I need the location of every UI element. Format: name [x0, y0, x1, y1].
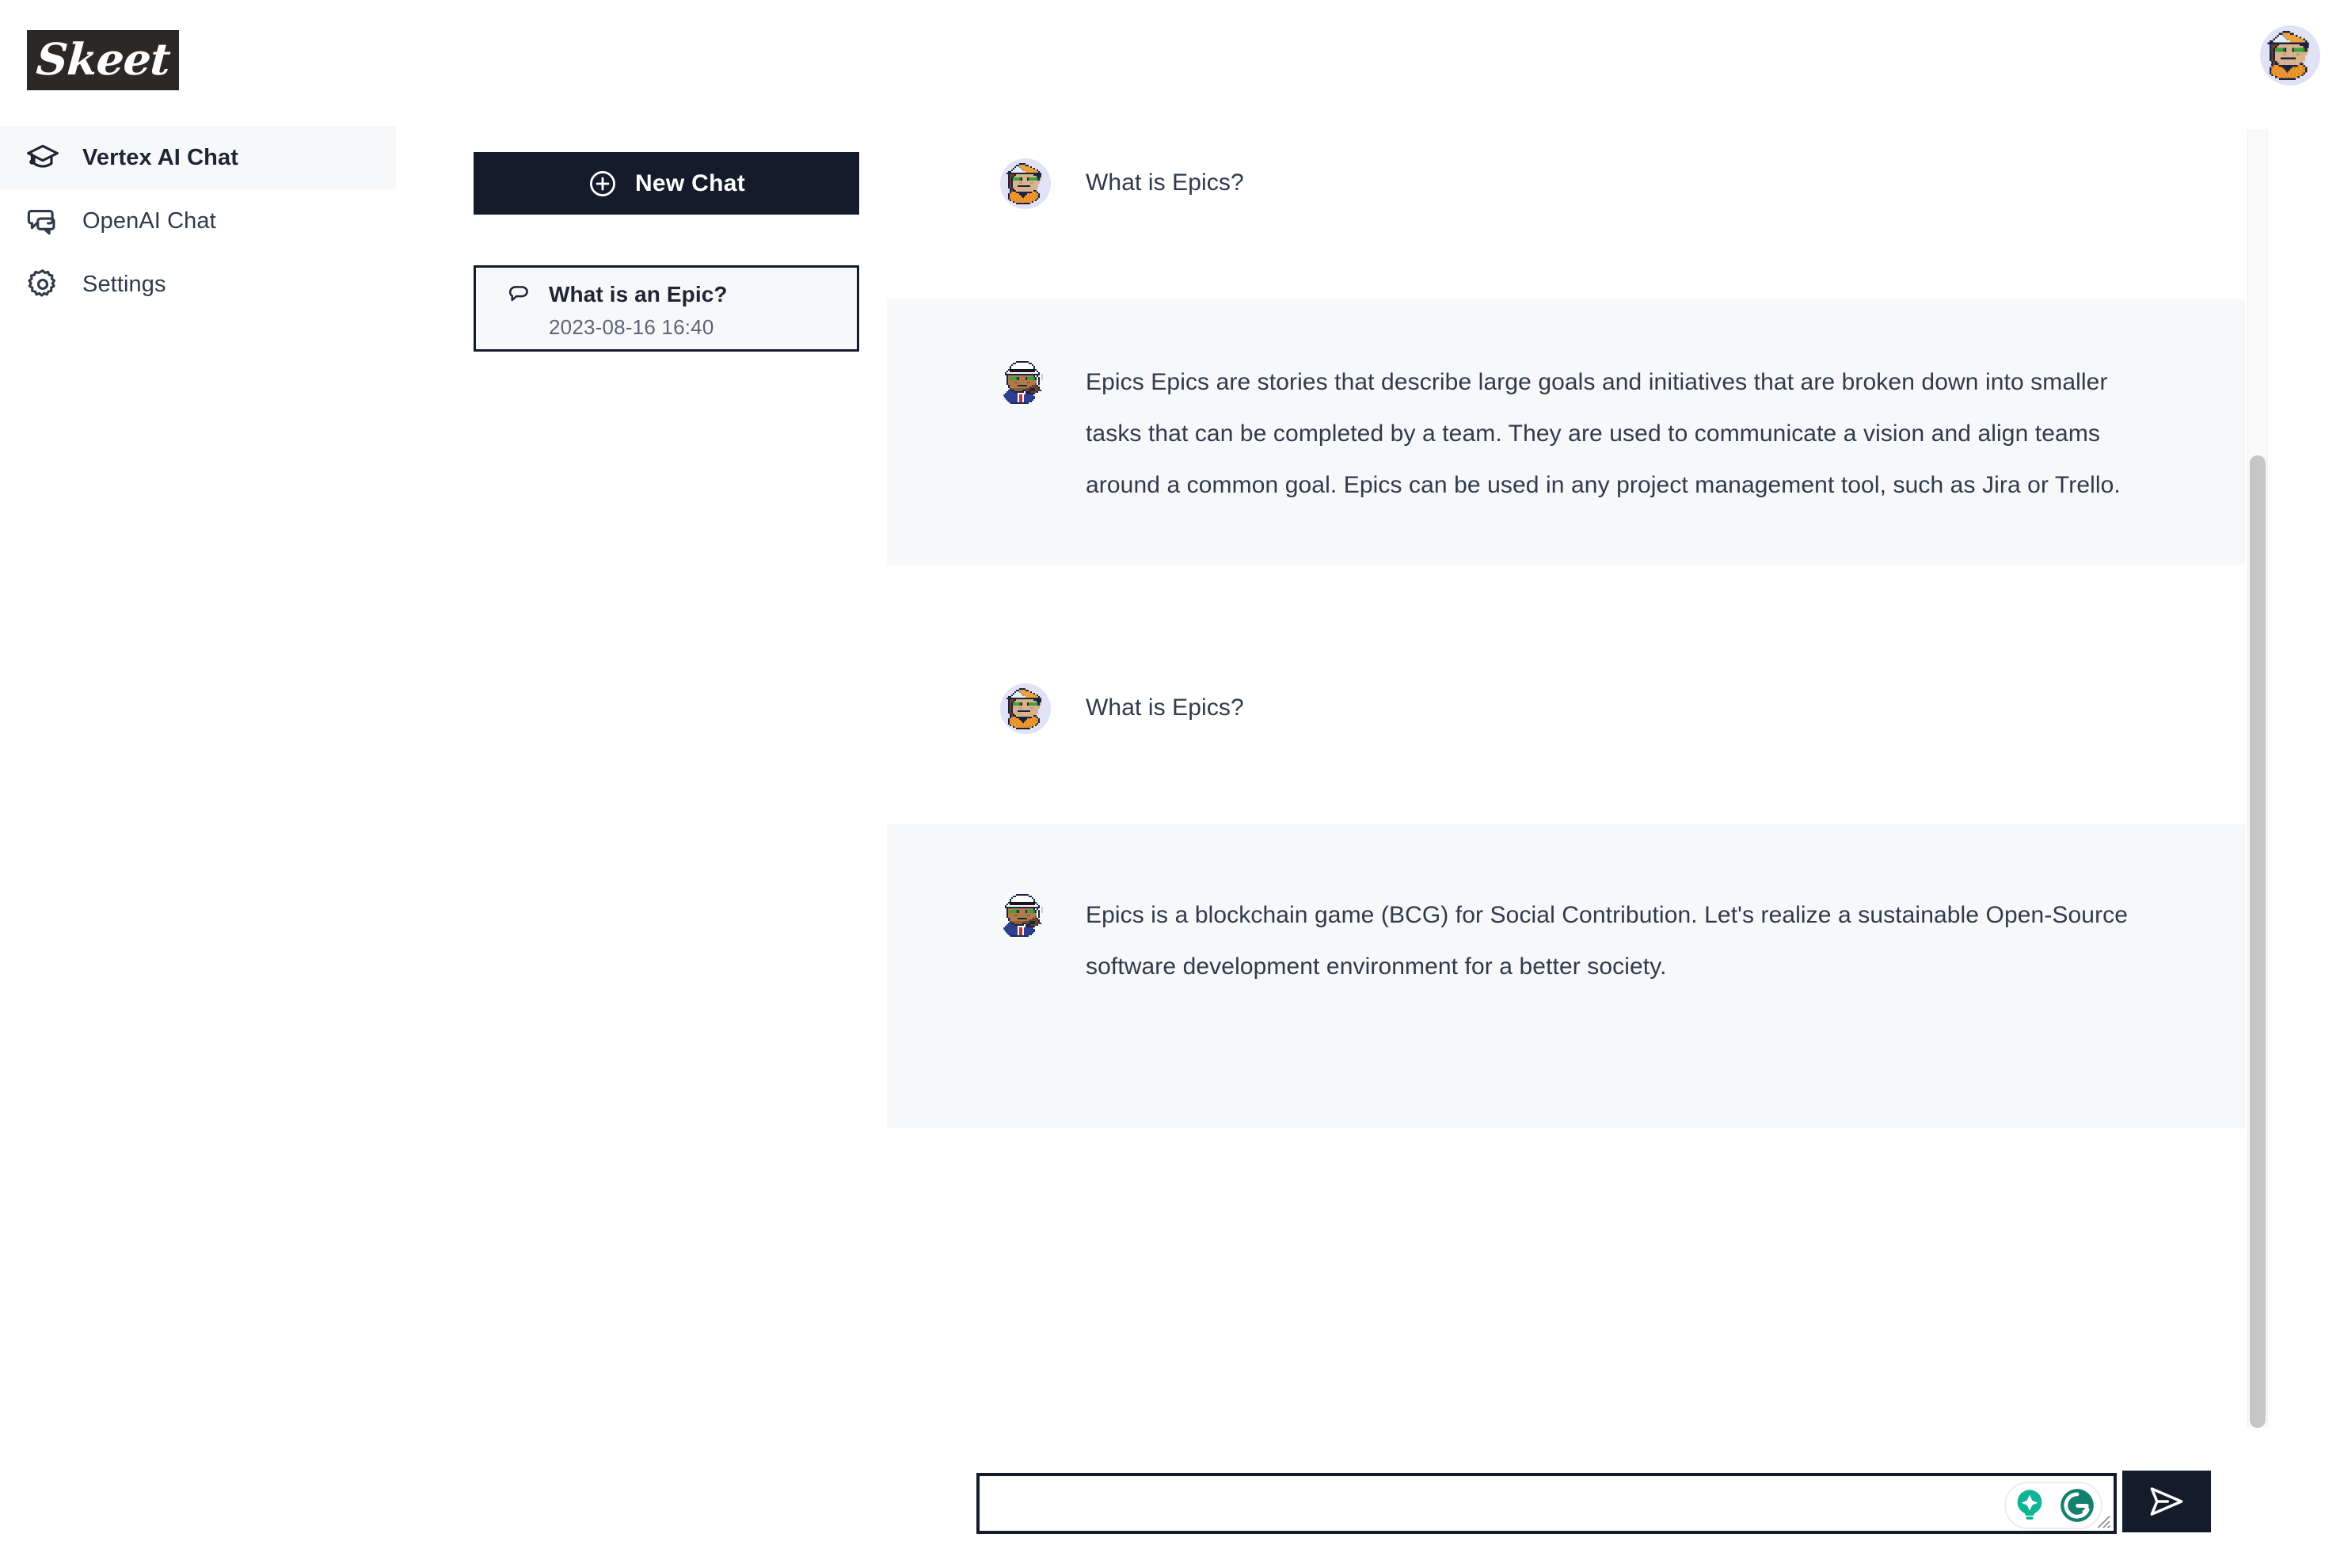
message-text: Epics Epics are stories that describe la…	[1086, 369, 2121, 498]
message-text: What is Epics?	[1086, 169, 1244, 196]
assistant-avatar-image	[1000, 358, 1051, 409]
sidebar-item-label: Settings	[82, 271, 166, 297]
message-gap	[887, 239, 2246, 299]
message-row-assistant: Epics Epics are stories that describe la…	[887, 299, 2246, 565]
chat-bubble-icon	[506, 282, 531, 307]
send-button[interactable]	[2122, 1471, 2211, 1532]
graduation-cap-icon	[25, 140, 60, 175]
grammarly-widget[interactable]	[2004, 1482, 2102, 1529]
message-row-user: What is Epics?	[887, 652, 2246, 764]
send-paper-plane-icon	[2146, 1481, 2187, 1522]
sidebar-nav: Vertex AI Chat OpenAI Chat Settings	[0, 126, 396, 316]
user-avatar-image	[1000, 158, 1051, 209]
sidebar-item-label: OpenAI Chat	[82, 207, 216, 234]
message-text: Epics is a blockchain game (BCG) for Soc…	[1086, 902, 2129, 980]
plus-circle-icon	[588, 169, 618, 199]
new-chat-button[interactable]: New Chat	[474, 152, 859, 215]
avatar[interactable]	[2260, 25, 2320, 86]
assistant-avatar-image	[1000, 891, 1051, 942]
logo-text: Skeet	[34, 32, 172, 85]
grammarly-suggestion-icon[interactable]	[2010, 1486, 2049, 1525]
chat-bubbles-icon	[25, 204, 60, 238]
chat-list-item-header: What is an Epic?	[506, 282, 857, 307]
sidebar-item-vertex-ai-chat[interactable]: Vertex AI Chat	[0, 126, 396, 189]
message-row-assistant: Epics is a blockchain game (BCG) for Soc…	[887, 824, 2246, 1128]
chat-list-column: New Chat What is an Epic? 2023-08-16 16:…	[474, 0, 862, 1568]
app-logo[interactable]: Skeet	[27, 30, 179, 90]
chat-list-item[interactable]: What is an Epic? 2023-08-16 16:40	[474, 265, 859, 352]
message-list-top-spacer	[887, 0, 2246, 127]
avatar	[1000, 358, 1051, 409]
app-root: Skeet Vertex AI Chat OpenAI Chat Setting…	[0, 0, 2344, 1568]
avatar	[1000, 158, 1051, 209]
message-gap	[887, 764, 2246, 824]
avatar	[1000, 683, 1051, 734]
sidebar-item-settings[interactable]: Settings	[0, 253, 396, 316]
sidebar-item-label: Vertex AI Chat	[82, 144, 238, 170]
message-text: What is Epics?	[1086, 695, 1244, 721]
message-row-user: What is Epics?	[887, 127, 2246, 239]
sidebar: Skeet Vertex AI Chat OpenAI Chat Setting…	[0, 0, 396, 1568]
message-input[interactable]	[980, 1476, 2114, 1531]
sidebar-item-openai-chat[interactable]: OpenAI Chat	[0, 189, 396, 253]
gear-icon	[25, 267, 60, 302]
avatar	[1000, 891, 1051, 942]
grammarly-logo-icon[interactable]	[2057, 1486, 2097, 1525]
chat-list-item-date: 2023-08-16 16:40	[549, 315, 714, 339]
message-gap	[887, 565, 2246, 652]
message-input-wrapper[interactable]	[976, 1473, 2117, 1534]
user-avatar-image	[2260, 25, 2320, 86]
message-list: What is Epics? Epics Epics are stories t…	[887, 0, 2246, 1441]
user-avatar-image	[1000, 683, 1051, 734]
chat-list-item-title: What is an Epic?	[549, 282, 728, 306]
scrollbar-thumb[interactable]	[2250, 455, 2266, 1428]
new-chat-label: New Chat	[634, 169, 746, 196]
